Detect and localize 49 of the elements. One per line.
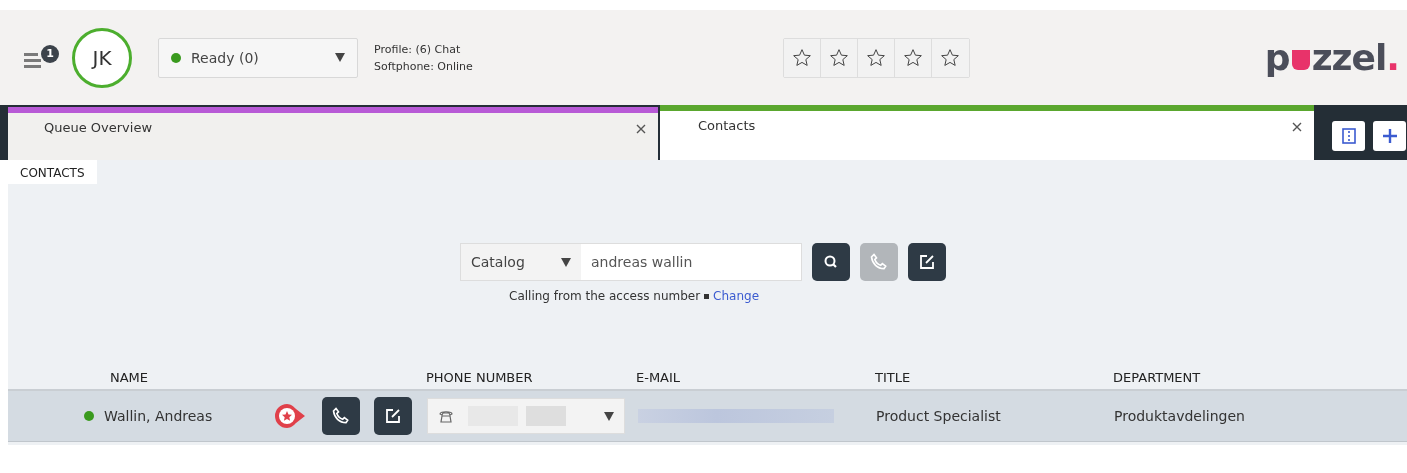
- profile-text: Profile: (6) Chat: [374, 42, 462, 56]
- star-icon: [902, 47, 923, 68]
- search-icon: [823, 254, 839, 270]
- caret-icon: [604, 411, 614, 421]
- favorite-button[interactable]: [931, 38, 969, 77]
- table-cell-text: Product Specialist: [876, 408, 1002, 424]
- logo: p zzel.: [1264, 37, 1399, 78]
- star-icon: [791, 47, 812, 68]
- edit-icon: [384, 407, 402, 425]
- change-link[interactable]: Change: [713, 289, 760, 303]
- edit-button[interactable]: [374, 397, 412, 435]
- close-icon[interactable]: [636, 124, 646, 134]
- star-icon: [865, 47, 886, 68]
- favorite-button[interactable]: [894, 38, 932, 77]
- column-header: TITLE: [875, 369, 912, 385]
- phone-icon: [331, 406, 351, 426]
- calling-note: Calling from the access number: [509, 289, 701, 303]
- notification-badge: 1: [41, 44, 59, 63]
- status-dropdown[interactable]: Ready (0): [158, 37, 358, 78]
- softphone-status: Softphone: Online: [374, 59, 473, 73]
- table-cell: Produktavdelingen: [1114, 408, 1245, 424]
- favorite-button[interactable]: [857, 38, 895, 77]
- bullet-icon: [704, 293, 710, 299]
- phone-icon: [869, 252, 889, 272]
- caret-icon: [335, 53, 345, 62]
- split-view-icon: [1341, 127, 1356, 144]
- contact-name: Wallin, Andreas: [104, 408, 213, 424]
- new-contact-button[interactable]: [908, 243, 946, 281]
- favorite-button[interactable]: [783, 38, 821, 77]
- avatar[interactable]: JK: [72, 27, 132, 88]
- edit-icon: [918, 253, 936, 271]
- column-header: NAME: [110, 369, 150, 385]
- tab[interactable]: Queue Overview: [8, 107, 658, 160]
- call-button[interactable]: [322, 397, 360, 435]
- plus-icon: [1381, 127, 1398, 144]
- section-title: CONTACTS: [8, 160, 97, 184]
- close-icon[interactable]: [1292, 122, 1302, 132]
- split-view-button[interactable]: [1332, 120, 1365, 151]
- star-icon: [828, 47, 849, 68]
- search-button[interactable]: [812, 243, 850, 281]
- tab[interactable]: Contacts: [660, 105, 1314, 160]
- favorite-button[interactable]: [820, 38, 858, 77]
- star-icon: [940, 47, 961, 68]
- column-header: E-MAIL: [636, 369, 682, 385]
- telephone-icon: [438, 409, 454, 423]
- add-tab-button[interactable]: [1373, 120, 1406, 151]
- column-header: PHONE NUMBER: [426, 369, 534, 385]
- menu-icon[interactable]: [24, 52, 41, 69]
- column-header: DEPARTMENT: [1113, 369, 1201, 385]
